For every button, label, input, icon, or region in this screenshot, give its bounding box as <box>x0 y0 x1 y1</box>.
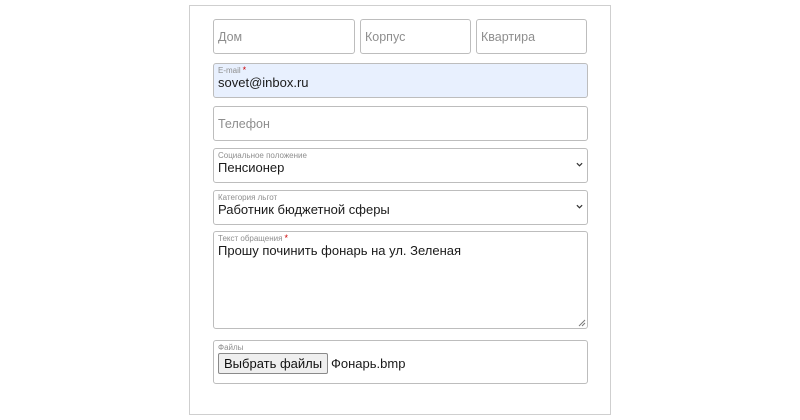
social-status-value: Пенсионер <box>218 160 285 175</box>
chevron-down-icon <box>576 204 583 209</box>
phone-placeholder: Телефон <box>218 116 270 131</box>
chevron-down-icon <box>576 162 583 167</box>
resize-handle-icon[interactable] <box>577 318 586 327</box>
message-label: Текст обращения * <box>218 233 288 244</box>
files-field: Файлы Выбрать файлы Фонарь.bmp <box>213 340 588 384</box>
required-mark: * <box>284 233 288 243</box>
phone-field[interactable]: Телефон <box>213 106 588 141</box>
selected-file-name: Фонарь.bmp <box>331 356 406 371</box>
house-field[interactable]: Дом <box>213 19 355 54</box>
email-label: E-mail * <box>218 65 247 76</box>
building-placeholder: Корпус <box>365 29 406 44</box>
message-value: Прошу починить фонарь на ул. Зеленая <box>218 243 462 258</box>
apartment-field[interactable]: Квартира <box>476 19 587 54</box>
email-field[interactable]: E-mail * sovet@inbox.ru <box>213 63 588 98</box>
files-label: Файлы <box>218 343 244 352</box>
required-mark: * <box>242 65 247 75</box>
benefit-category-value: Работник бюджетной сферы <box>218 202 390 217</box>
social-status-select[interactable]: Социальное положение Пенсионер <box>213 148 588 183</box>
building-field[interactable]: Корпус <box>360 19 471 54</box>
benefit-category-select[interactable]: Категория льгот Работник бюджетной сферы <box>213 190 588 225</box>
house-placeholder: Дом <box>218 29 243 44</box>
appeal-form-card: Дом Корпус Квартира E-mail * sovet@inbox.… <box>189 5 611 415</box>
message-textarea[interactable]: Текст обращения * Прошу починить фонарь н… <box>213 231 588 329</box>
social-status-label: Социальное положение <box>218 151 307 160</box>
choose-files-button[interactable]: Выбрать файлы <box>218 353 329 374</box>
email-value: sovet@inbox.ru <box>218 75 309 90</box>
apartment-placeholder: Квартира <box>481 29 536 44</box>
benefit-category-label: Категория льгот <box>218 193 278 202</box>
